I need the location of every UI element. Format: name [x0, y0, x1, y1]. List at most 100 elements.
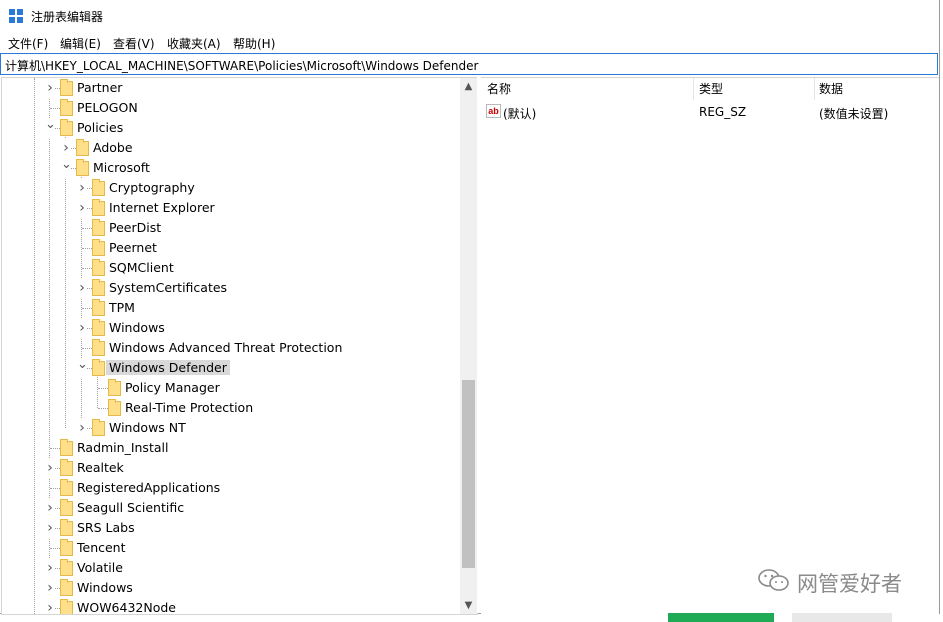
tree-node-label[interactable]: SystemCertificates: [106, 280, 230, 295]
tree-node-label[interactable]: Adobe: [90, 140, 136, 155]
tree-node-label[interactable]: Windows Advanced Threat Protection: [106, 340, 345, 355]
scroll-thumb[interactable]: [462, 380, 475, 568]
string-value-icon: ab: [486, 104, 501, 118]
chevron-right-icon[interactable]: ›: [45, 458, 55, 478]
scroll-down-arrow-icon[interactable]: ▼: [460, 597, 477, 614]
tree-node[interactable]: PELOGON: [2, 98, 458, 118]
tree-node[interactable]: › Windows: [2, 578, 458, 598]
tree-node-label[interactable]: Realtek: [74, 460, 127, 475]
tree-node[interactable]: PeerDist: [2, 218, 458, 238]
menu-edit[interactable]: 编辑(E): [60, 35, 101, 52]
tree-node-label[interactable]: Microsoft: [90, 160, 153, 175]
tree-node[interactable]: Tencent: [2, 538, 458, 558]
tree-node[interactable]: RegisteredApplications: [2, 478, 458, 498]
chevron-right-icon[interactable]: ›: [77, 178, 87, 198]
tree-node[interactable]: › Internet Explorer: [2, 198, 458, 218]
chevron-right-icon[interactable]: ›: [45, 518, 55, 538]
column-separator[interactable]: [814, 78, 815, 100]
wechat-icon: [758, 569, 789, 591]
folder-icon: [60, 599, 73, 614]
tree-node-label[interactable]: Windows Defender: [106, 360, 230, 375]
tree-node-label[interactable]: PELOGON: [74, 100, 141, 115]
tree-node-label[interactable]: SRS Labs: [74, 520, 138, 535]
folder-icon: [60, 519, 73, 536]
tree-node-label[interactable]: Internet Explorer: [106, 200, 218, 215]
chevron-right-icon[interactable]: ›: [45, 558, 55, 578]
tree-node[interactable]: TPM: [2, 298, 458, 318]
tree-node[interactable]: › Windows NT: [2, 418, 458, 438]
tree-node-label[interactable]: Policy Manager: [122, 380, 223, 395]
menu-file[interactable]: 文件(F): [8, 35, 48, 52]
tree-node[interactable]: › Adobe: [2, 138, 458, 158]
tree-node[interactable]: › WOW6432Node: [2, 598, 458, 614]
chevron-right-icon[interactable]: ›: [45, 498, 55, 518]
tree-node[interactable]: ⌄ Policies: [2, 118, 458, 138]
tree-node-label[interactable]: Policies: [74, 120, 126, 135]
folder-icon: [92, 219, 105, 236]
menu-help[interactable]: 帮助(H): [233, 35, 275, 52]
pane-splitter[interactable]: [477, 77, 480, 613]
value-row[interactable]: ab (默认) REG_SZ (数值未设置): [481, 102, 939, 122]
scroll-up-arrow-icon[interactable]: ▲: [460, 78, 477, 95]
column-header-name[interactable]: 名称: [487, 78, 511, 100]
chevron-right-icon[interactable]: ›: [77, 198, 87, 218]
tree-node[interactable]: Real-Time Protection: [2, 398, 458, 418]
tree-node[interactable]: Policy Manager: [2, 378, 458, 398]
folder-icon: [92, 419, 105, 436]
folder-icon: [60, 499, 73, 516]
tree-node-label[interactable]: Windows: [74, 580, 136, 595]
tree-node-label[interactable]: PeerDist: [106, 220, 164, 235]
tree-node[interactable]: Peernet: [2, 238, 458, 258]
tree-node-label[interactable]: Partner: [74, 80, 125, 95]
chevron-right-icon[interactable]: ›: [77, 318, 87, 338]
tree-node[interactable]: ⌄ Windows Defender: [2, 358, 458, 378]
tree-node-label[interactable]: Windows NT: [106, 420, 189, 435]
tree-node[interactable]: › SystemCertificates: [2, 278, 458, 298]
tree-node[interactable]: › Seagull Scientific: [2, 498, 458, 518]
tree-node-label[interactable]: Windows: [106, 320, 168, 335]
folder-icon: [92, 339, 105, 356]
tree-node[interactable]: › Volatile: [2, 558, 458, 578]
column-separator[interactable]: [693, 78, 694, 100]
tree-node-label[interactable]: TPM: [106, 300, 138, 315]
address-bar[interactable]: 计算机\HKEY_LOCAL_MACHINE\SOFTWARE\Policies…: [0, 53, 938, 75]
tree-node[interactable]: › Partner: [2, 78, 458, 98]
tree-node-label[interactable]: WOW6432Node: [74, 600, 179, 614]
chevron-down-icon[interactable]: ⌄: [61, 158, 72, 178]
chevron-right-icon[interactable]: ›: [61, 138, 71, 158]
tree-node-label[interactable]: Seagull Scientific: [74, 500, 187, 515]
column-header-type[interactable]: 类型: [699, 78, 723, 100]
chevron-right-icon[interactable]: ›: [45, 598, 55, 614]
tree-scrollbar[interactable]: ▲ ▼: [460, 78, 477, 614]
key-tree-pane[interactable]: › Partner PELOGON ⌄ Policies › Adobe ⌄ Microsoft…: [1, 77, 478, 615]
tree-node-label[interactable]: Tencent: [74, 540, 129, 555]
chevron-right-icon[interactable]: ›: [45, 78, 55, 98]
tree-node[interactable]: › SRS Labs: [2, 518, 458, 538]
tree-node[interactable]: › Cryptography: [2, 178, 458, 198]
tree-node-label[interactable]: Cryptography: [106, 180, 198, 195]
chevron-right-icon[interactable]: ›: [45, 578, 55, 598]
address-path[interactable]: 计算机\HKEY_LOCAL_MACHINE\SOFTWARE\Policies…: [5, 57, 478, 74]
chevron-right-icon[interactable]: ›: [77, 418, 87, 438]
menu-view[interactable]: 查看(V): [113, 35, 155, 52]
chevron-right-icon[interactable]: ›: [77, 278, 87, 298]
tree-node-label[interactable]: Peernet: [106, 240, 160, 255]
tree-node-label[interactable]: Real-Time Protection: [122, 400, 256, 415]
tree-node-label[interactable]: Radmin_Install: [74, 440, 171, 455]
tree-node[interactable]: Radmin_Install: [2, 438, 458, 458]
tree-node[interactable]: › Realtek: [2, 458, 458, 478]
values-list-pane[interactable]: 名称 类型 数据 ab (默认) REG_SZ (数值未设置): [481, 77, 939, 614]
tree-node[interactable]: SQMClient: [2, 258, 458, 278]
tree-node-label[interactable]: RegisteredApplications: [74, 480, 223, 495]
folder-icon: [92, 239, 105, 256]
title-bar[interactable]: 注册表编辑器: [0, 0, 939, 31]
tree-node[interactable]: › Windows: [2, 318, 458, 338]
chevron-down-icon[interactable]: ⌄: [45, 118, 56, 138]
tree-node[interactable]: ⌄ Microsoft: [2, 158, 458, 178]
tree-node-label[interactable]: Volatile: [74, 560, 126, 575]
tree-node-label[interactable]: SQMClient: [106, 260, 177, 275]
chevron-down-icon[interactable]: ⌄: [77, 358, 88, 378]
column-header-data[interactable]: 数据: [819, 78, 843, 100]
tree-node[interactable]: Windows Advanced Threat Protection: [2, 338, 458, 358]
menu-favorites[interactable]: 收藏夹(A): [167, 35, 221, 52]
